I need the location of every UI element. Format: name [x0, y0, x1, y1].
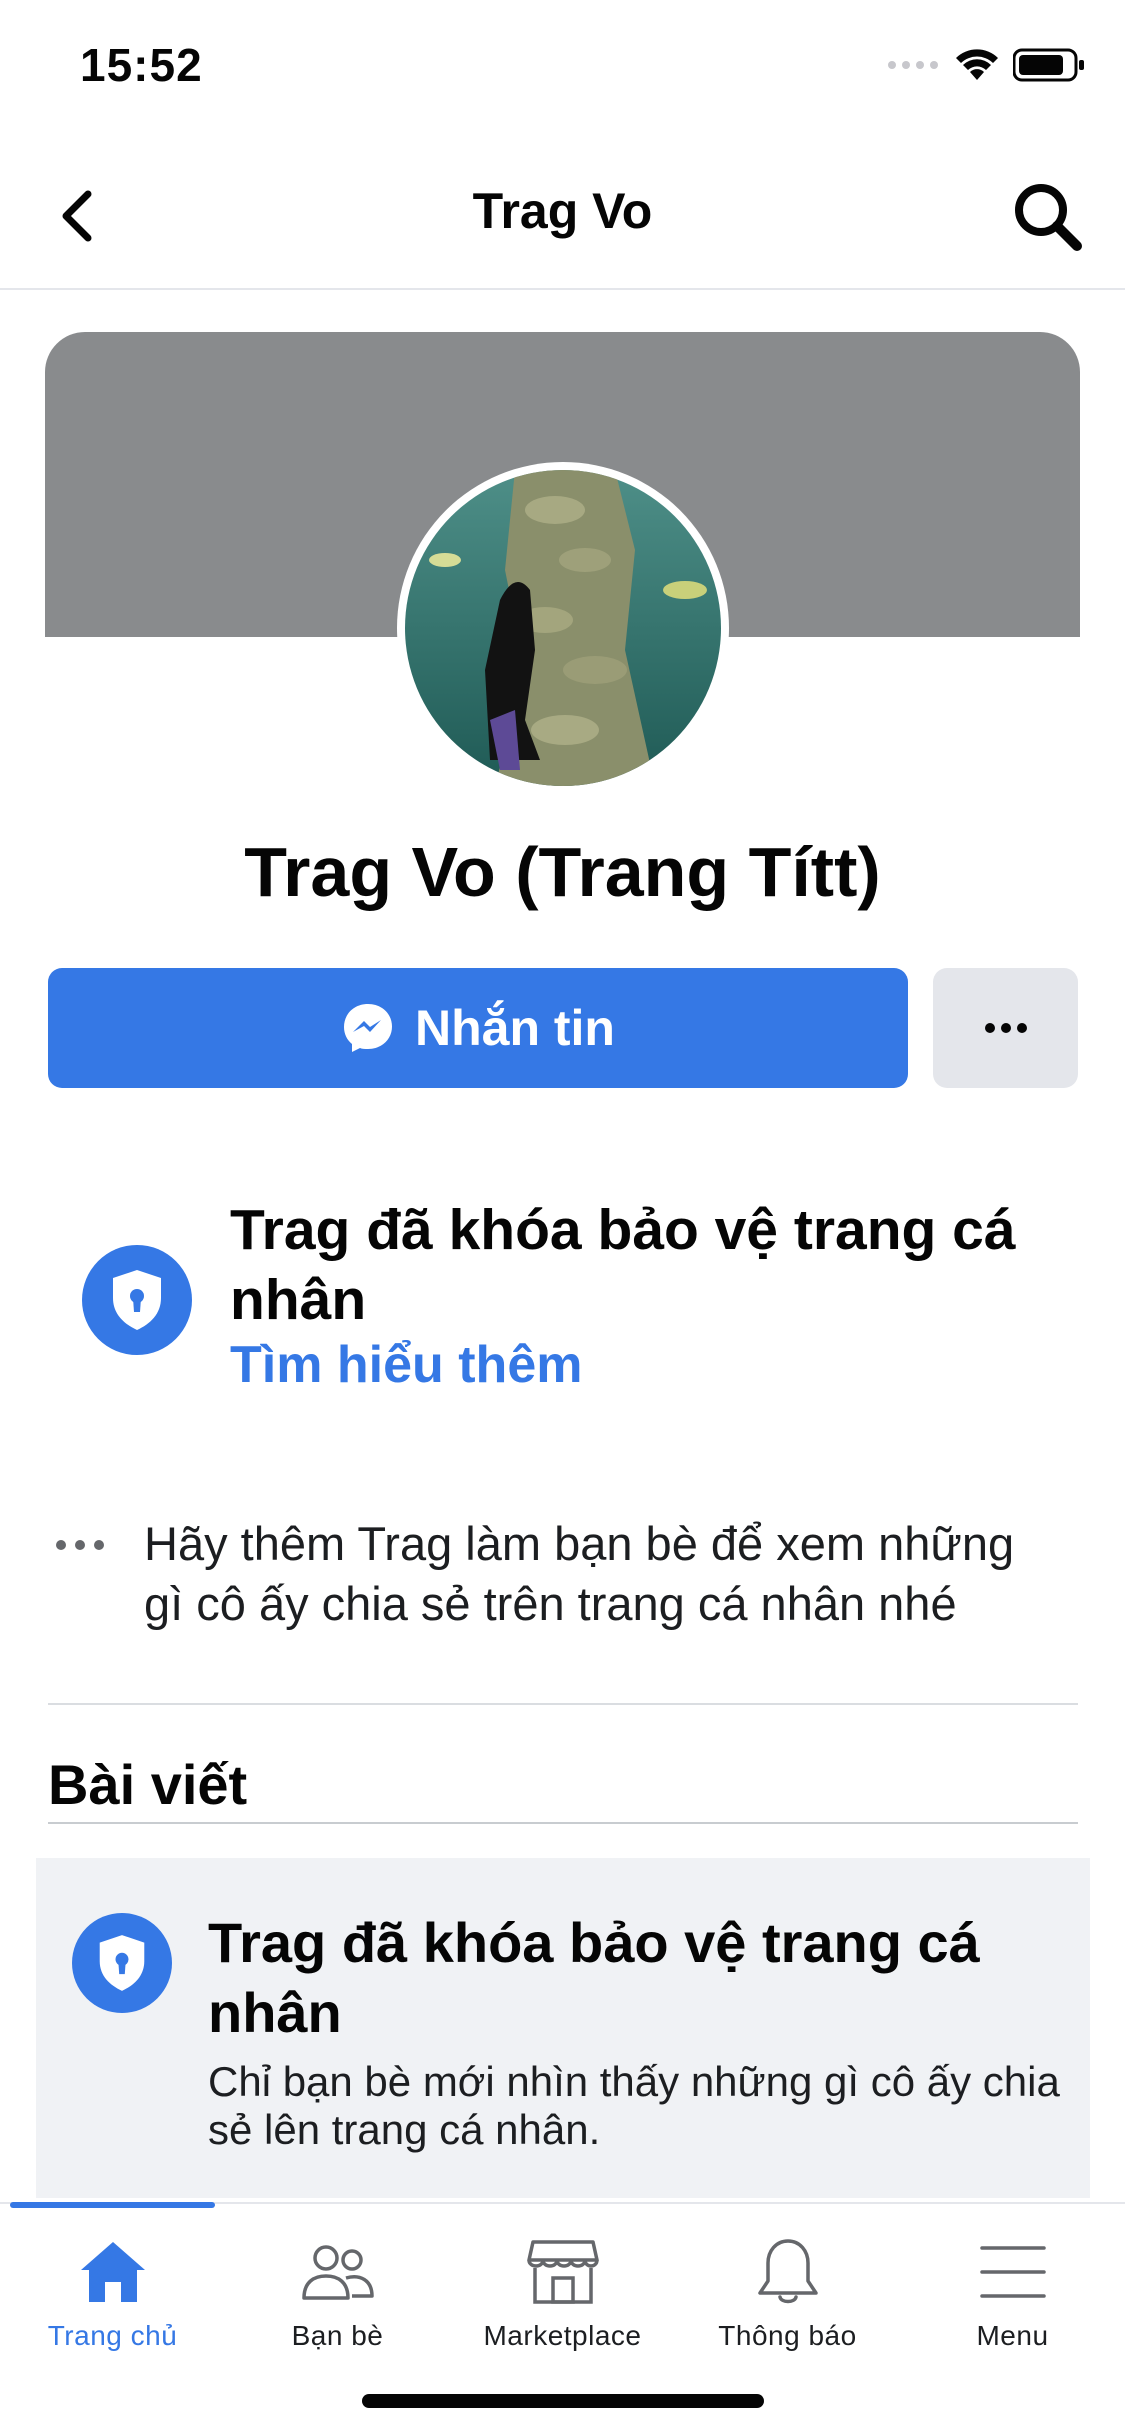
more-dots-icon — [54, 1538, 106, 1557]
add-friend-notice: Hãy thêm Trag làm bạn bè để xem những gì… — [48, 1510, 1078, 1705]
tab-label: Marketplace — [483, 2320, 642, 2351]
nav-title: Trag Vo — [472, 183, 653, 239]
lock-notice-title: Trag đã khóa bảo vệ trang cá nhân — [230, 1198, 1016, 1332]
friends-icon — [298, 2232, 378, 2312]
home-indicator — [362, 2394, 764, 2408]
tab-home[interactable]: Trang chủ — [0, 2204, 225, 2364]
tab-label: Thông báo — [718, 2320, 857, 2351]
bell-icon — [748, 2232, 828, 2312]
messenger-icon — [344, 1004, 392, 1052]
status-icons — [887, 48, 1085, 87]
menu-icon — [973, 2232, 1053, 2312]
nav-bar: Trag Vo — [0, 150, 1125, 290]
tab-label: Menu — [976, 2320, 1049, 2351]
profile-name: Trag Vo (Trang Títt) — [244, 833, 881, 911]
divider — [48, 1822, 1078, 1824]
learn-more-link[interactable]: Tìm hiểu thêm — [230, 1335, 582, 1395]
wifi-icon — [955, 48, 999, 87]
home-icon — [73, 2232, 153, 2312]
shield-lock-icon — [72, 1913, 172, 2013]
posts-lock-card: Trag đã khóa bảo vệ trang cá nhân Chỉ bạ… — [36, 1858, 1090, 2198]
tab-marketplace[interactable]: Marketplace — [450, 2204, 675, 2364]
profile-photo — [405, 470, 721, 786]
message-button[interactable]: Nhắn tin — [48, 968, 908, 1088]
more-options-button[interactable] — [933, 968, 1078, 1088]
signal-icon — [887, 57, 941, 78]
card-text: Chỉ bạn bè mới nhìn thấy những gì cô ấy … — [208, 2058, 1060, 2153]
status-bar: 15:52 — [0, 0, 1125, 135]
status-time: 15:52 — [80, 39, 203, 91]
message-label: Nhắn tin — [415, 1000, 615, 1056]
card-title: Trag đã khóa bảo vệ trang cá nhân — [208, 1911, 980, 2044]
tab-label: Bạn bè — [291, 2320, 384, 2351]
tab-menu[interactable]: Menu — [900, 2204, 1125, 2364]
search-icon — [1015, 184, 1082, 251]
shield-lock-icon — [82, 1245, 192, 1355]
battery-icon — [1012, 48, 1085, 87]
posts-header: Bài viết — [48, 1753, 248, 1816]
more-dots-icon — [984, 1023, 1027, 1033]
tab-friends[interactable]: Bạn bè — [225, 2204, 450, 2364]
marketplace-icon — [523, 2232, 603, 2312]
tab-label: Trang chủ — [47, 2320, 178, 2351]
tab-notifications[interactable]: Thông báo — [675, 2204, 900, 2364]
search-button[interactable] — [1009, 178, 1085, 254]
avatar[interactable] — [397, 462, 729, 794]
add-friend-text: Hãy thêm Trag làm bạn bè để xem những gì… — [144, 1517, 1015, 1630]
